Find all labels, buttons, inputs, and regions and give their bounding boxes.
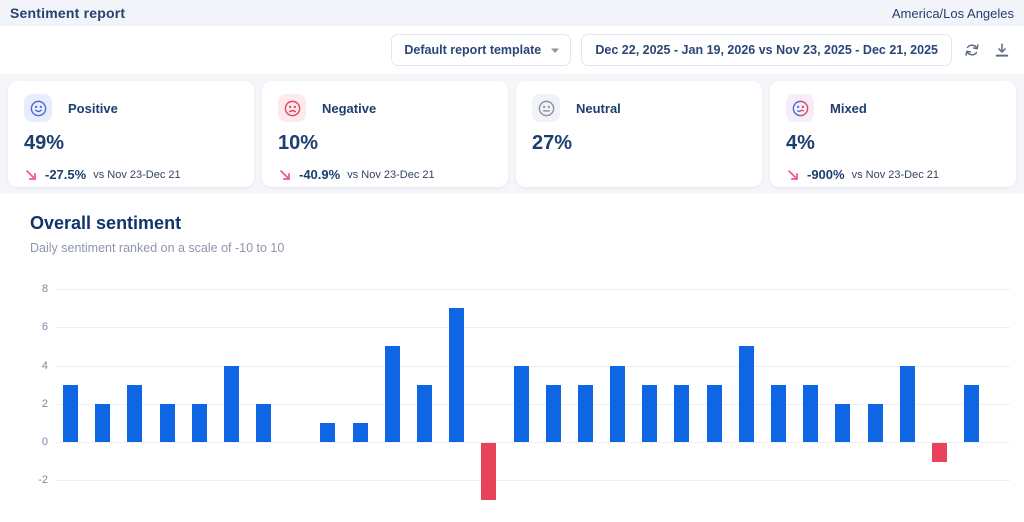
date-range-picker[interactable]: Dec 22, 2025 - Jan 19, 2026 vs Nov 23, 2… <box>581 34 952 66</box>
sentiment-bar[interactable] <box>803 385 818 442</box>
sentiment-bar[interactable] <box>353 423 368 442</box>
sentiment-bar[interactable] <box>835 404 850 442</box>
sentiment-bar[interactable] <box>610 366 625 443</box>
trend-down-arrow-icon <box>278 168 292 182</box>
sentiment-bar[interactable] <box>707 385 722 442</box>
card-negative: Negative 10% -40.9% vs Nov 23-Dec 21 <box>262 81 508 187</box>
card-value: 27% <box>532 132 746 155</box>
sentiment-bar[interactable] <box>514 366 529 443</box>
refresh-icon[interactable] <box>962 40 982 60</box>
sentiment-bar[interactable] <box>900 366 915 443</box>
sentiment-bar[interactable] <box>642 385 657 442</box>
delta-comparison-label: vs Nov 23-Dec 21 <box>93 169 180 181</box>
sad-face-icon <box>278 94 306 122</box>
mixed-face-icon <box>786 94 814 122</box>
sentiment-bar[interactable] <box>160 404 175 442</box>
gridline <box>56 289 1010 290</box>
sentiment-bar[interactable] <box>224 366 239 443</box>
sentiment-bar[interactable] <box>256 404 271 442</box>
trend-down-arrow-icon <box>24 168 38 182</box>
delta-value: -40.9% <box>299 167 340 182</box>
sentiment-bar[interactable] <box>192 404 207 442</box>
report-toolbar: Default report template Dec 22, 2025 - J… <box>0 26 1024 74</box>
card-value: 10% <box>278 132 492 155</box>
sentiment-bar[interactable] <box>385 346 400 442</box>
sentiment-bar[interactable] <box>449 308 464 442</box>
gridline <box>56 327 1010 328</box>
trend-down-arrow-icon <box>786 168 800 182</box>
sentiment-bar[interactable] <box>417 385 432 442</box>
y-axis-tick-label: 0 <box>8 436 48 448</box>
sentiment-chart: 8 6 4 2 0 -2 <box>0 269 1024 522</box>
sentiment-bar[interactable] <box>771 385 786 442</box>
sentiment-bar[interactable] <box>578 385 593 442</box>
card-label: Mixed <box>830 101 867 116</box>
neutral-face-icon <box>532 94 560 122</box>
download-icon[interactable] <box>992 40 1012 60</box>
sentiment-bar[interactable] <box>868 404 883 442</box>
app-header: Sentiment report America/Los Angeles <box>0 0 1024 26</box>
card-value: 4% <box>786 132 1000 155</box>
delta-value: -27.5% <box>45 167 86 182</box>
sentiment-bar[interactable] <box>546 385 561 442</box>
smile-face-icon <box>24 94 52 122</box>
card-label: Neutral <box>576 101 621 116</box>
kpi-cards-row: Positive 49% -27.5% vs Nov 23-Dec 21 Neg… <box>0 74 1024 194</box>
report-template-value: Default report template <box>404 43 541 57</box>
gridline <box>56 366 1010 367</box>
y-axis-tick-label: 4 <box>8 360 48 372</box>
card-value: 49% <box>24 132 238 155</box>
timezone-label[interactable]: America/Los Angeles <box>892 6 1014 21</box>
sentiment-bar[interactable] <box>127 385 142 442</box>
card-label: Negative <box>322 101 376 116</box>
card-positive: Positive 49% -27.5% vs Nov 23-Dec 21 <box>8 81 254 187</box>
sentiment-bar[interactable] <box>964 385 979 442</box>
overall-sentiment-section: Overall sentiment Daily sentiment ranked… <box>0 194 1024 522</box>
y-axis-tick-label: 6 <box>8 321 48 333</box>
gridline <box>56 480 1010 481</box>
page-title: Sentiment report <box>10 5 125 21</box>
card-label: Positive <box>68 101 118 116</box>
report-template-select[interactable]: Default report template <box>391 34 571 66</box>
y-axis-tick-label: -2 <box>8 474 48 486</box>
delta-comparison-label: vs Nov 23-Dec 21 <box>852 169 939 181</box>
y-axis-tick-label: 8 <box>8 283 48 295</box>
sentiment-bar[interactable] <box>320 423 335 442</box>
chevron-down-icon <box>550 47 560 54</box>
gridline <box>56 442 1010 443</box>
sentiment-bar[interactable] <box>739 346 754 442</box>
card-neutral: Neutral 27% <box>516 81 762 187</box>
chart-subtitle: Daily sentiment ranked on a scale of -10… <box>30 241 1024 255</box>
delta-comparison-label: vs Nov 23-Dec 21 <box>347 169 434 181</box>
date-range-value: Dec 22, 2025 - Jan 19, 2026 vs Nov 23, 2… <box>595 43 938 57</box>
sentiment-bar[interactable] <box>932 443 947 462</box>
sentiment-bar[interactable] <box>95 404 110 442</box>
sentiment-bar[interactable] <box>674 385 689 442</box>
chart-title: Overall sentiment <box>30 213 1024 234</box>
delta-value: -900% <box>807 167 845 182</box>
card-mixed: Mixed 4% -900% vs Nov 23-Dec 21 <box>770 81 1016 187</box>
y-axis-tick-label: 2 <box>8 398 48 410</box>
sentiment-bar[interactable] <box>481 443 496 500</box>
sentiment-bar[interactable] <box>63 385 78 442</box>
